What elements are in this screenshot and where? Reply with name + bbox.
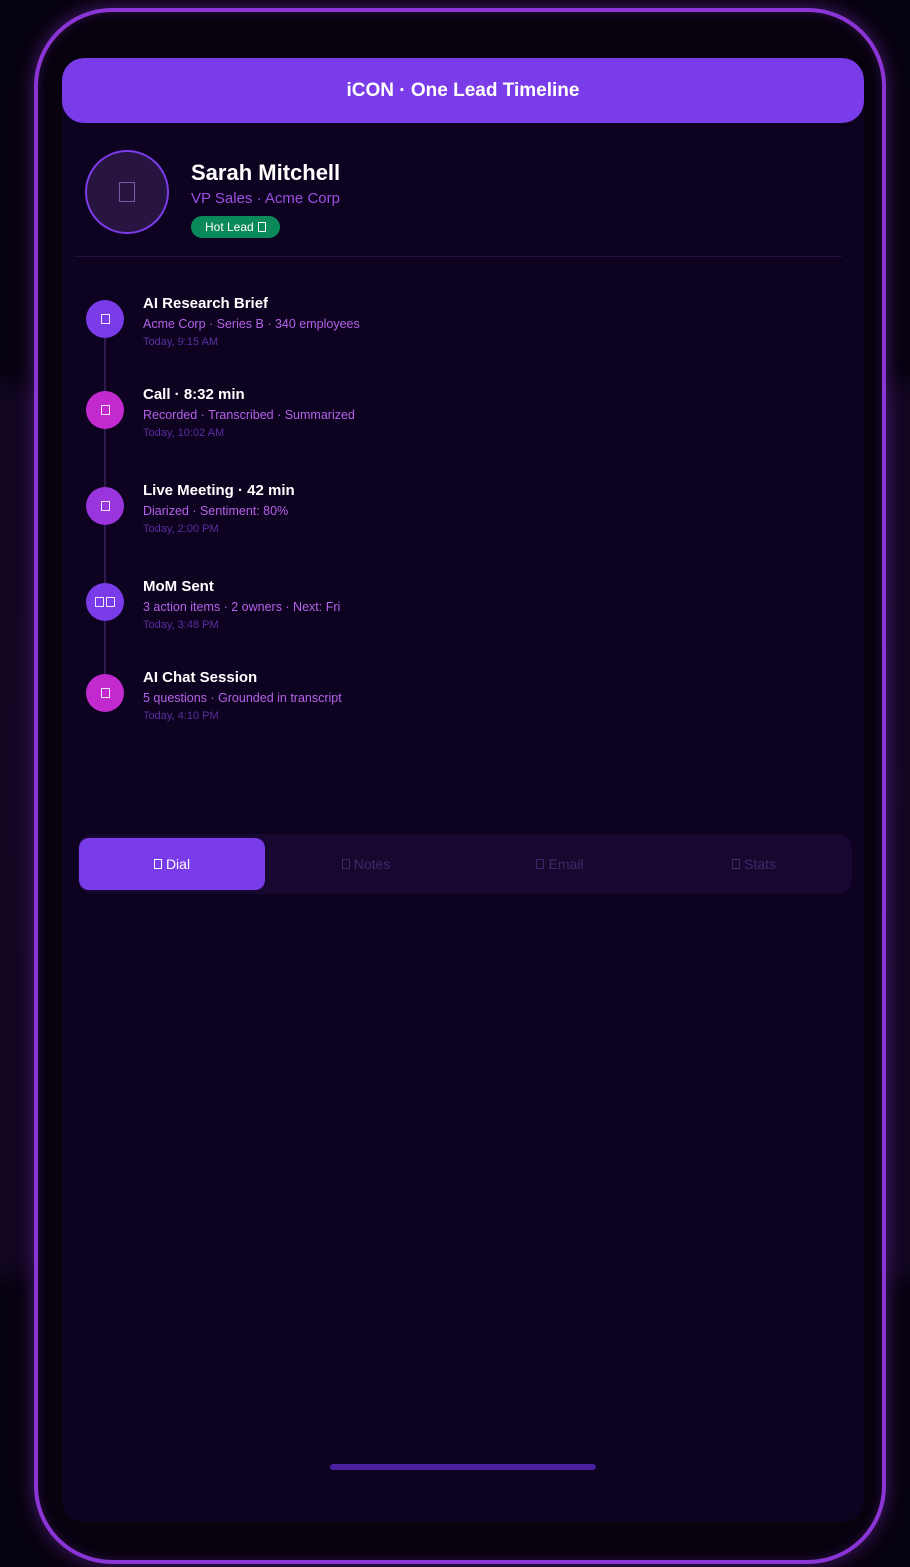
page-title: iCON · One Lead Timeline <box>346 79 580 101</box>
phone-screen: iCON · One Lead Timeline Sarah Mitchell … <box>62 58 864 1522</box>
app-header: iCON · One Lead Timeline <box>62 58 864 123</box>
tab-label: Stats <box>744 856 776 872</box>
timeline-dot <box>86 487 124 525</box>
timeline-dot <box>86 583 124 621</box>
lead-profile: Sarah Mitchell VP Sales · Acme Corp Hot … <box>74 140 842 257</box>
timeline-item-time: Today, 9:15 AM <box>143 336 219 348</box>
tab-email[interactable]: Email <box>467 838 653 890</box>
timeline-item-title: MoM Sent <box>143 578 214 595</box>
timeline-item-time: Today, 10:02 AM <box>143 427 225 439</box>
status-badge: Hot Lead <box>191 216 280 238</box>
phone-icon <box>100 405 110 415</box>
home-indicator[interactable] <box>330 1464 596 1470</box>
document-icon <box>95 597 104 607</box>
timeline-item-title: Call · 8:32 min <box>143 386 245 403</box>
timeline-item-title: Live Meeting · 42 min <box>143 482 295 499</box>
fire-icon <box>257 222 266 232</box>
bottom-nav: Dial Notes Email Stats <box>78 834 852 894</box>
dial-icon <box>153 859 162 869</box>
timeline-dot <box>86 391 124 429</box>
timeline-item-time: Today, 4:10 PM <box>143 710 219 722</box>
timeline-item-title: AI Research Brief <box>143 295 269 312</box>
app-stage: iCON · One Lead Timeline Sarah Mitchell … <box>0 0 910 1567</box>
research-icon <box>100 314 110 324</box>
timeline-item-desc: 5 questions · Grounded in transcript <box>143 691 342 705</box>
timeline-item[interactable]: AI Research Brief Acme Corp · Series B ·… <box>86 288 826 358</box>
timeline-item-desc: Recorded · Transcribed · Summarized <box>143 408 355 422</box>
chat-icon <box>100 688 110 698</box>
tab-dial[interactable]: Dial <box>79 838 265 890</box>
send-icon <box>106 597 115 607</box>
tab-stats[interactable]: Stats <box>661 838 847 890</box>
lead-title: VP Sales · Acme Corp <box>191 190 340 207</box>
timeline-item-time: Today, 2:00 PM <box>143 523 219 535</box>
stats-icon <box>732 859 741 869</box>
timeline-item[interactable]: MoM Sent 3 action items · 2 owners · Nex… <box>86 571 826 641</box>
email-icon <box>536 859 545 869</box>
notes-icon <box>341 859 350 869</box>
status-badge-label: Hot Lead <box>205 220 254 234</box>
timeline-dot <box>86 300 124 338</box>
tab-label: Notes <box>353 856 391 872</box>
activity-timeline: AI Research Brief Acme Corp · Series B ·… <box>62 288 864 748</box>
avatar[interactable] <box>85 150 169 234</box>
user-icon <box>119 182 135 202</box>
timeline-item-desc: 3 action items · 2 owners · Next: Fri <box>143 600 341 614</box>
timeline-dot <box>86 674 124 712</box>
timeline-item[interactable]: AI Chat Session 5 questions · Grounded i… <box>86 662 826 732</box>
meeting-icon <box>100 501 110 511</box>
tab-label: Dial <box>165 856 191 872</box>
timeline-item-time: Today, 3:48 PM <box>143 619 219 631</box>
lead-name: Sarah Mitchell <box>191 160 341 185</box>
timeline-item-desc: Diarized · Sentiment: 80% <box>143 504 289 518</box>
timeline-item-title: AI Chat Session <box>143 669 258 686</box>
timeline-item[interactable]: Live Meeting · 42 min Diarized · Sentime… <box>86 475 826 545</box>
tab-label: Email <box>548 856 584 872</box>
timeline-item-desc: Acme Corp · Series B · 340 employees <box>143 317 360 331</box>
timeline-item[interactable]: Call · 8:32 min Recorded · Transcribed ·… <box>86 379 826 449</box>
tab-notes[interactable]: Notes <box>273 838 459 890</box>
